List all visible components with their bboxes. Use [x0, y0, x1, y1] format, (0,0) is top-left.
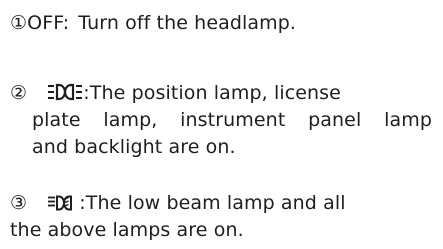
manual-excerpt: ①OFF: Turn off the headlamp. ②: The pos… — [0, 0, 443, 249]
item-text-line-1: The low beam lamp and all — [85, 192, 346, 214]
low-beam-lamp-icon — [47, 195, 79, 211]
position-lamp-icon — [47, 83, 83, 101]
mode-label-off: OFF — [27, 12, 63, 34]
item-text-line-1: The position lamp, license — [89, 82, 341, 104]
list-item-off: ①OFF: Turn off the headlamp. — [10, 10, 432, 37]
item-text: Turn off the headlamp. — [78, 12, 297, 34]
item-number: ② — [10, 82, 28, 104]
item-text-line-2: plate lamp, instrument panel lamp — [32, 109, 432, 131]
item-text-line-2: the above lamps are on. — [10, 219, 244, 241]
separator: : — [62, 12, 70, 34]
item-text-line-3: and backlight are on. — [32, 136, 236, 158]
item-number: ③ — [10, 192, 28, 214]
list-item-position-lamp: ② : The position lamp, license plate lam… — [10, 80, 432, 161]
list-item-low-beam: ③ : The low beam lamp and all the above … — [10, 190, 432, 244]
item-number: ① — [10, 12, 28, 34]
